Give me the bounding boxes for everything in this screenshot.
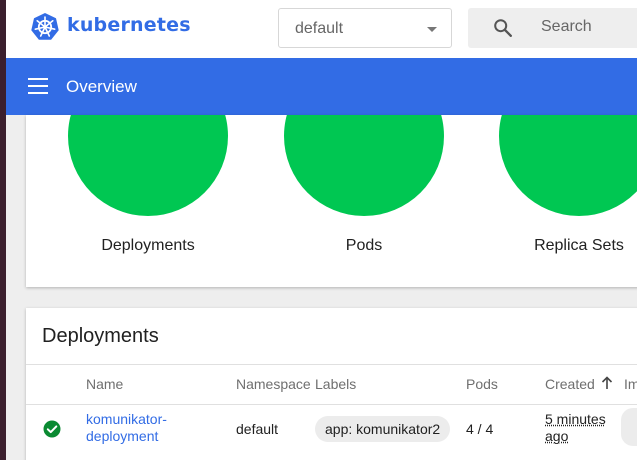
column-header-labels: Labels xyxy=(315,376,357,392)
label-chip: app: komunikator2 xyxy=(315,416,451,442)
pods-status-chart[interactable] xyxy=(284,115,444,216)
deployments-card: Deployments Name Namespace Labels Pods C… xyxy=(26,308,637,460)
created-line-1: 5 minutes xyxy=(545,411,606,427)
replica-sets-status-label: Replica Sets xyxy=(534,237,624,254)
created-line-2: ago xyxy=(545,428,569,444)
row-divider xyxy=(26,404,637,405)
page-title: Overview xyxy=(66,77,137,96)
deployment-name-line-2: deployment xyxy=(86,428,159,444)
pods-cell: 4 / 4 xyxy=(466,421,494,437)
deployment-name-link[interactable]: komunikator- deployment xyxy=(86,411,167,445)
replica-sets-status-chart[interactable] xyxy=(499,115,637,216)
sort-ascending-icon[interactable] xyxy=(601,376,613,390)
search-icon xyxy=(494,19,512,37)
check-circle-icon xyxy=(43,420,61,438)
workload-status-card: Deployments Pods Replica Sets xyxy=(26,115,637,287)
pods-status-label: Pods xyxy=(345,237,383,254)
chevron-down-icon xyxy=(427,27,437,32)
brand-name[interactable]: kubernetes xyxy=(67,14,191,36)
namespace-cell: default xyxy=(236,421,279,437)
search-box[interactable] xyxy=(468,8,637,48)
namespace-select[interactable]: default xyxy=(278,8,452,48)
app-bar: Overview xyxy=(6,58,637,115)
image-chip xyxy=(621,408,637,446)
deployments-status-label: Deployments xyxy=(101,237,195,254)
column-header-name[interactable]: Name xyxy=(86,376,123,392)
column-header-images: Im xyxy=(624,376,637,392)
column-header-pods: Pods xyxy=(466,376,498,392)
deployment-name-line-1: komunikator- xyxy=(86,411,167,427)
menu-icon[interactable] xyxy=(28,78,48,94)
deployments-status-chart[interactable] xyxy=(68,115,228,216)
column-header-namespace[interactable]: Namespace xyxy=(236,376,311,392)
column-header-created[interactable]: Created xyxy=(545,376,595,392)
browser-window: kubernetes default Overview Deployments … xyxy=(6,0,637,460)
kubernetes-logo-icon[interactable] xyxy=(30,12,60,42)
deployments-title: Deployments xyxy=(42,325,159,347)
header-divider xyxy=(26,364,637,365)
top-toolbar: kubernetes default xyxy=(6,0,637,58)
namespace-value: default xyxy=(295,20,344,37)
search-input[interactable] xyxy=(541,18,637,36)
created-cell: 5 minutes ago xyxy=(545,411,606,445)
